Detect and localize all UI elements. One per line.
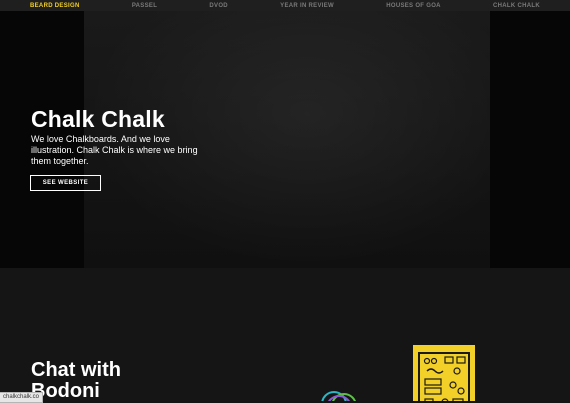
nav-item-beard-design[interactable]: BEARD DESIGN	[30, 3, 80, 9]
machine-icon	[418, 352, 470, 401]
venn-circles-illustration	[321, 391, 356, 401]
hero-section: Chalk Chalk We love Chalkboards. And we …	[0, 11, 570, 268]
venn-circle-purple	[328, 395, 350, 401]
hero-description: We love Chalkboards. And we love illustr…	[31, 134, 198, 166]
hero-title: Chalk Chalk	[31, 106, 165, 132]
nav-item-passel[interactable]: PASSEL	[132, 3, 157, 9]
nav-item-houses-of-goa[interactable]: HOUSES OF GOA	[386, 3, 441, 9]
bodoni-poster-illustration	[413, 345, 475, 401]
bodoni-section: Chat with Bodoni	[0, 268, 570, 401]
nav-item-dvod[interactable]: DVOD	[209, 3, 228, 9]
top-nav: BEARD DESIGN PASSEL DVOD YEAR IN REVIEW …	[0, 0, 570, 11]
nav-item-chalk-chalk[interactable]: CHALK CHALK	[493, 3, 540, 9]
see-website-button[interactable]: SEE WEBSITE	[30, 175, 101, 191]
nav-item-year-in-review[interactable]: YEAR IN REVIEW	[280, 3, 334, 9]
section-title: Chat with Bodoni	[31, 359, 121, 402]
status-bar-url: chalkchalk.co	[0, 392, 44, 403]
